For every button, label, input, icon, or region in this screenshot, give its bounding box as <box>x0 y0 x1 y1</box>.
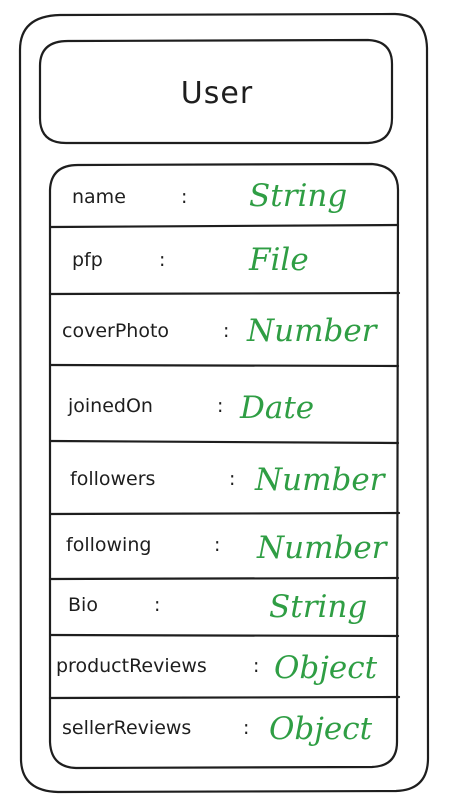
field-row-followers: followers : Number <box>70 462 387 498</box>
field-name-label: sellerReviews <box>62 717 191 739</box>
row-divider <box>49 363 400 368</box>
row-divider <box>49 511 401 516</box>
field-type-label: Number <box>256 530 389 566</box>
entity-title: User <box>181 76 253 111</box>
field-type-label: Number <box>246 313 379 349</box>
row-divider <box>48 695 401 700</box>
field-row-sellerreviews: sellerReviews : Object <box>62 711 373 747</box>
row-divider <box>49 223 400 229</box>
field-type-label: Date <box>239 390 314 426</box>
field-type-label: Number <box>254 462 387 498</box>
field-row-pfp: pfp : File <box>72 242 309 278</box>
user-entity-diagram: User name : String pfp : File coverPhoto… <box>18 12 430 794</box>
row-divider <box>49 633 400 638</box>
field-separator: : <box>253 655 259 677</box>
field-type-label: Object <box>274 650 378 686</box>
field-name-label: Bio <box>68 594 98 616</box>
field-name-label: name <box>72 186 126 208</box>
field-separator: : <box>223 320 229 342</box>
field-separator: : <box>217 395 223 417</box>
field-row-joinedon: joinedOn : Date <box>67 390 314 426</box>
field-name-label: pfp <box>72 249 103 271</box>
field-name-label: joinedOn <box>67 395 153 417</box>
field-separator: : <box>243 717 249 739</box>
field-name-label: following <box>66 534 151 556</box>
field-row-bio: Bio : String <box>68 589 367 625</box>
field-type-label: Object <box>269 711 373 747</box>
field-separator: : <box>214 534 220 556</box>
field-type-label: File <box>248 242 309 278</box>
field-name-label: productReviews <box>56 655 207 677</box>
row-divider <box>48 439 400 445</box>
field-separator: : <box>229 468 235 490</box>
field-separator: : <box>159 249 165 271</box>
field-type-label: String <box>269 589 367 625</box>
row-divider <box>48 576 400 581</box>
field-type-label: String <box>249 178 347 214</box>
field-row-name: name : String <box>72 178 347 214</box>
field-separator: : <box>181 186 187 208</box>
field-row-following: following : Number <box>66 530 389 566</box>
field-name-label: followers <box>70 468 155 490</box>
row-divider <box>48 291 401 296</box>
field-name-label: coverPhoto <box>62 320 169 342</box>
field-row-productreviews: productReviews : Object <box>56 650 378 686</box>
field-separator: : <box>154 594 160 616</box>
field-row-coverphoto: coverPhoto : Number <box>62 313 379 349</box>
